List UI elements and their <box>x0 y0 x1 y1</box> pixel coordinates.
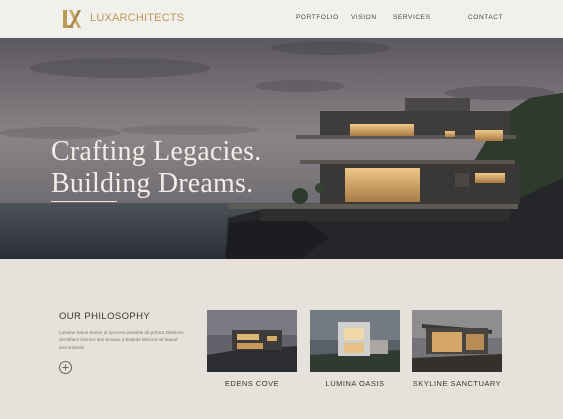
project-name: EDENS COVE <box>224 379 280 388</box>
nav-vision[interactable]: VISION <box>351 14 377 21</box>
project-name: SKYLINE SANCTUARY <box>412 379 502 388</box>
project-card-lumina-oasis[interactable]: LUMINA OASIS <box>310 310 400 392</box>
brand-name[interactable]: LUXARCHITECTS <box>90 12 184 24</box>
project-thumbnail <box>412 310 502 372</box>
project-card-edens-cove[interactable]: EDENS COVE <box>207 310 297 392</box>
circle-plus-icon[interactable] <box>59 361 72 374</box>
hero-section: Crafting Legacies. Building Dreams. <box>0 38 563 259</box>
nav-portfolio[interactable]: PORTFOLIO <box>296 14 339 21</box>
project-name: LUMINA OASIS <box>325 379 385 388</box>
hero-headline-line2: Building Dreams. <box>51 168 254 199</box>
philosophy-title: OUR PHILOSOPHY <box>59 311 151 322</box>
project-thumbnail <box>207 310 297 372</box>
hero-divider <box>51 201 117 202</box>
nav-contact[interactable]: CONTACT <box>468 14 503 21</box>
hero-headline-line1: Crafting Legacies. <box>51 136 262 167</box>
project-thumbnail <box>310 310 400 372</box>
lx-monogram-logo[interactable] <box>60 7 84 31</box>
project-card-skyline-sanctuary[interactable]: SKYLINE SANCTUARY <box>412 310 502 392</box>
nav-services[interactable]: SERVICES <box>393 14 431 21</box>
site-header: LUXARCHITECTS PORTFOLIO VISION SERVICES … <box>0 0 563 39</box>
philosophy-text: Lumene toune domm ul syvnces possible di… <box>59 330 184 350</box>
